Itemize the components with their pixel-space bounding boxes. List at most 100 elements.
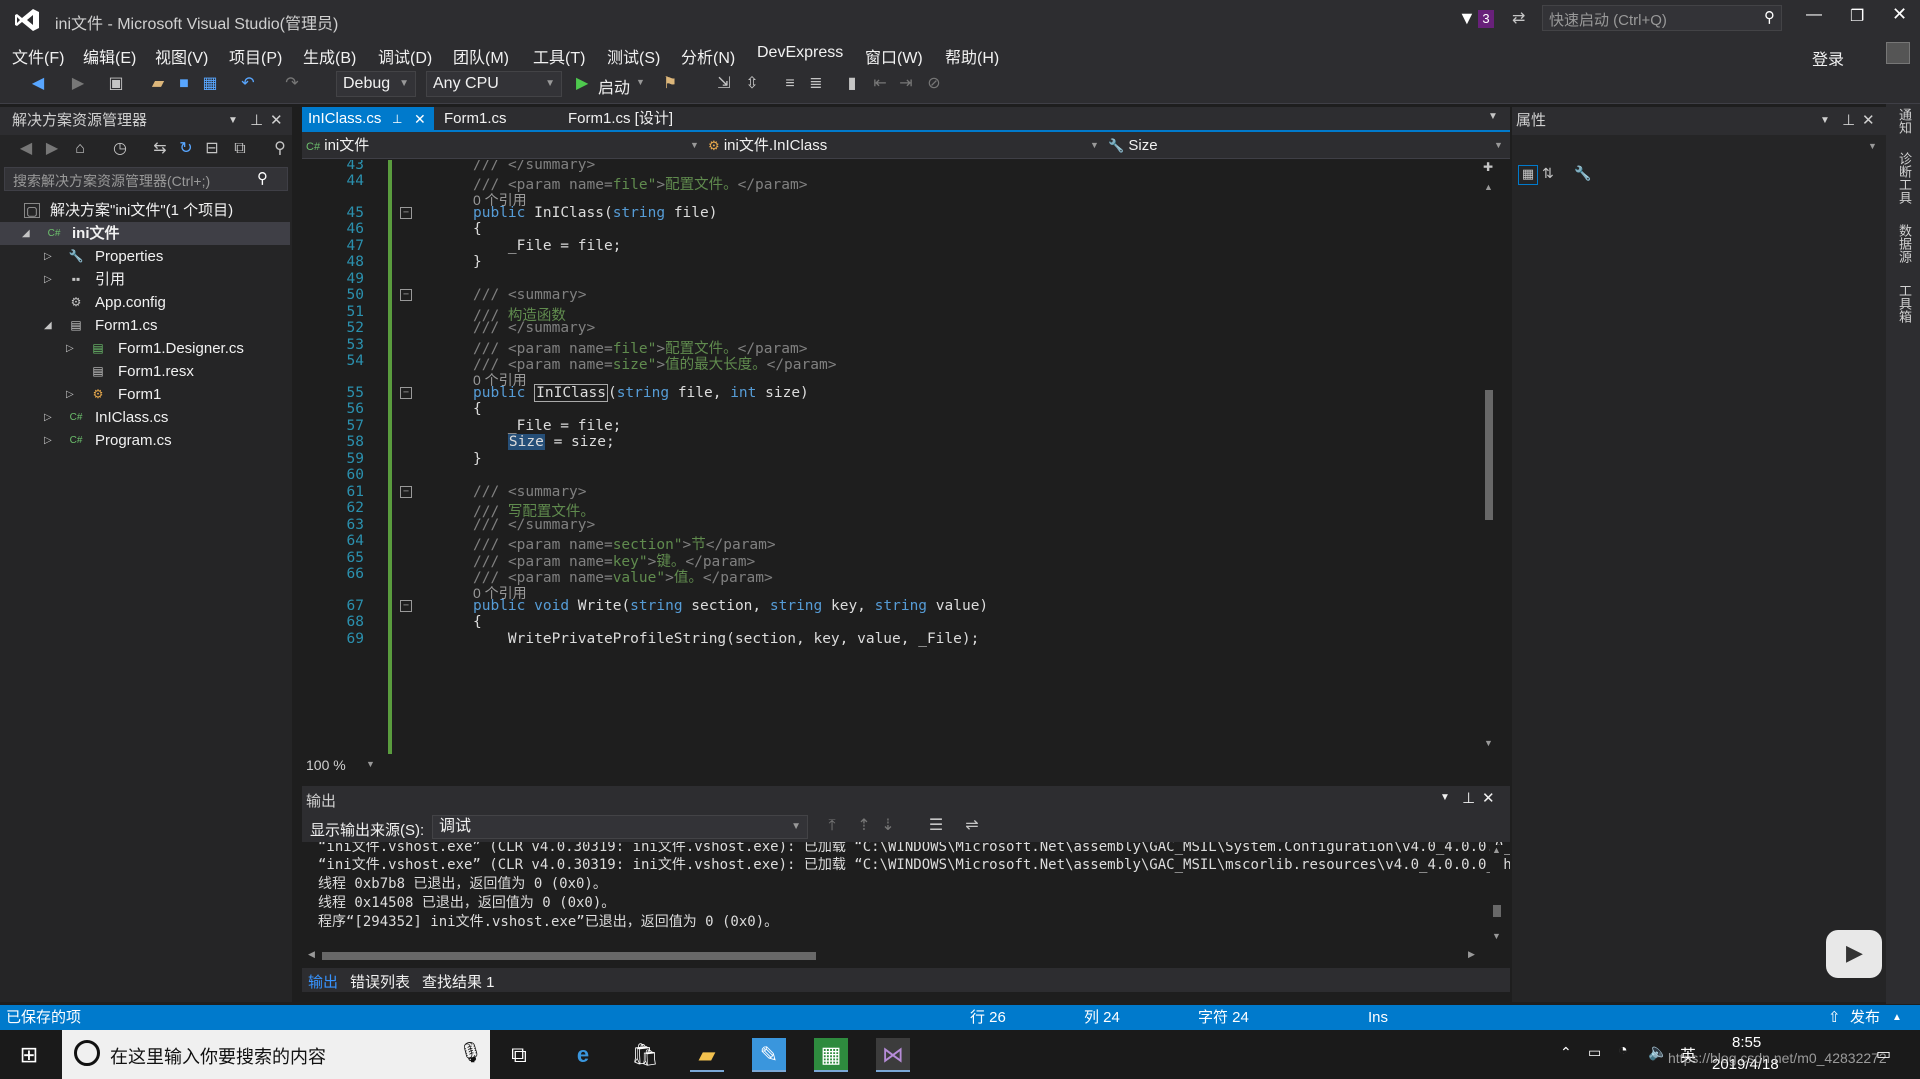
output-source-select[interactable]: 调试 ▼ bbox=[432, 815, 808, 839]
close-icon[interactable]: ✕ bbox=[1862, 107, 1875, 135]
home-icon[interactable]: ⌂ bbox=[70, 139, 90, 159]
scroll-up-icon[interactable]: ▲ bbox=[1492, 845, 1501, 855]
windows-start-icon[interactable]: ⊞ bbox=[12, 1038, 46, 1072]
tree-item-form1-class[interactable]: ▷ ⚙ Form1 bbox=[0, 383, 290, 406]
platform-select[interactable]: Any CPU ▼ bbox=[426, 71, 562, 97]
collapsed-arrow-icon[interactable]: ▷ bbox=[44, 268, 52, 291]
collapse-all-icon[interactable]: ⊟ bbox=[202, 139, 222, 159]
scroll-down-icon[interactable]: ▼ bbox=[1492, 931, 1501, 941]
search-icon[interactable]: ⚲ bbox=[1764, 8, 1775, 26]
search-icon[interactable]: ⚲ bbox=[257, 169, 268, 187]
back-icon[interactable]: ◀ bbox=[28, 74, 48, 94]
collapse-region-icon[interactable]: − bbox=[400, 599, 412, 612]
menu-window[interactable]: 窗口(W) bbox=[865, 44, 923, 68]
word-wrap-icon[interactable]: ⇌ bbox=[962, 816, 982, 836]
chevron-down-icon[interactable]: ▼ bbox=[366, 759, 375, 769]
refresh-icon[interactable]: ↻ bbox=[176, 139, 196, 159]
edge-browser-icon[interactable]: e bbox=[566, 1038, 600, 1072]
codelens-reference[interactable]: 0 个引用 bbox=[302, 370, 1492, 388]
member-dropdown[interactable]: 🔧 Size ▼ bbox=[1108, 134, 1508, 157]
file-explorer-icon[interactable]: ▰ bbox=[690, 1038, 724, 1072]
tab-output[interactable]: 输出 bbox=[308, 971, 338, 992]
chevron-up-icon[interactable]: ▲ bbox=[1892, 1005, 1902, 1030]
publish-button[interactable]: 发布 bbox=[1850, 1005, 1880, 1030]
side-tab-notifications[interactable]: 通知 bbox=[1892, 108, 1914, 134]
property-pages-icon[interactable]: 🔧 bbox=[1574, 165, 1591, 182]
tab-form1[interactable]: Form1.cs bbox=[438, 107, 566, 131]
microphone-icon[interactable]: 🎙 bbox=[458, 1040, 483, 1065]
history-icon[interactable]: ◷ bbox=[110, 139, 130, 159]
tree-item-project[interactable]: ◢ C# ini文件 bbox=[0, 222, 290, 245]
bookmark-icon[interactable]: ▮ bbox=[842, 74, 862, 94]
close-button[interactable]: ✕ bbox=[1892, 4, 1907, 25]
menu-edit[interactable]: 编辑(E) bbox=[83, 44, 136, 68]
code-editor[interactable]: 42/// 构造函数，值的最大长度默认为25543/// </summary>4… bbox=[302, 160, 1492, 754]
save-icon[interactable]: ■ bbox=[174, 74, 194, 94]
back-icon[interactable]: ◀ bbox=[16, 139, 36, 159]
browser-link-icon[interactable]: ⚑ bbox=[660, 74, 680, 94]
outdent-icon[interactable]: ≣ bbox=[806, 74, 826, 94]
menu-file[interactable]: 文件(F) bbox=[12, 44, 64, 68]
step-over-icon[interactable]: ⇳ bbox=[742, 74, 762, 94]
collapsed-arrow-icon[interactable]: ▷ bbox=[66, 337, 74, 360]
output-vscroll[interactable]: ▲ ▼ bbox=[1490, 845, 1504, 945]
scroll-down-icon[interactable]: ▼ bbox=[1484, 738, 1493, 748]
tree-item-form1[interactable]: ◢ ▤ Form1.cs bbox=[0, 314, 290, 337]
scroll-thumb[interactable] bbox=[1493, 905, 1501, 917]
output-text[interactable]: “ini文件.vshost.exe” (CLR v4.0.30319: ini文… bbox=[302, 842, 1510, 948]
menu-test[interactable]: 测试(S) bbox=[607, 44, 660, 68]
wifi-icon[interactable]: ◔ bbox=[1618, 1042, 1628, 1060]
volume-icon[interactable]: 🔈 bbox=[1648, 1042, 1668, 1062]
collapse-region-icon[interactable]: − bbox=[400, 386, 412, 399]
dropdown-icon[interactable]: ▼ bbox=[228, 107, 238, 135]
tab-find-results[interactable]: 查找结果 1 bbox=[422, 971, 495, 992]
clear-bookmarks-icon[interactable]: ⊘ bbox=[924, 74, 944, 94]
indent-icon[interactable]: ≡ bbox=[780, 74, 800, 94]
codelens-reference[interactable]: 0 个引用 bbox=[302, 190, 1492, 208]
tab-overflow-icon[interactable]: ▼ bbox=[1488, 111, 1498, 122]
class-dropdown[interactable]: ⚙ ini文件.InIClass ▼ bbox=[708, 134, 1102, 157]
menu-analyze[interactable]: 分析(N) bbox=[681, 44, 735, 68]
expanded-arrow-icon[interactable]: ◢ bbox=[22, 222, 30, 245]
close-icon[interactable]: ✕ bbox=[414, 107, 426, 131]
excel-app-icon[interactable]: ▦ bbox=[814, 1038, 848, 1072]
properties-object-select[interactable]: ▼ bbox=[1512, 137, 1886, 159]
editor-scrollbar[interactable]: ✚ ▲ ▼ bbox=[1482, 160, 1496, 754]
pin-icon[interactable]: ⊥ bbox=[392, 107, 402, 131]
start-debug-button[interactable]: ▶ 启动 ▼ bbox=[574, 72, 645, 97]
tree-item-solution[interactable]: ▢ 解决方案"ini文件"(1 个项目) bbox=[0, 199, 290, 222]
account-avatar-icon[interactable] bbox=[1886, 42, 1910, 64]
scroll-right-icon[interactable]: ▶ bbox=[1468, 949, 1475, 960]
video-play-icon[interactable]: ▶ bbox=[1826, 930, 1882, 978]
tab-error-list[interactable]: 错误列表 bbox=[350, 971, 410, 992]
prev-bookmark-icon[interactable]: ⇤ bbox=[870, 74, 890, 94]
redo-icon[interactable]: ↷ bbox=[282, 74, 302, 94]
close-icon[interactable]: ✕ bbox=[270, 107, 283, 135]
feedback-icon[interactable]: ⇄ bbox=[1512, 8, 1525, 28]
find-message-icon[interactable]: ⤒ bbox=[822, 816, 842, 836]
collapse-region-icon[interactable]: − bbox=[400, 206, 412, 219]
sync-icon[interactable]: ⇆ bbox=[150, 139, 170, 159]
scroll-thumb[interactable] bbox=[1485, 390, 1493, 520]
prev-message-icon[interactable]: ⇡ bbox=[854, 816, 874, 836]
undo-icon[interactable]: ↶ bbox=[238, 74, 258, 94]
pin-icon[interactable]: ⊥ bbox=[1842, 107, 1855, 135]
save-all-icon[interactable]: ▦ bbox=[200, 74, 220, 94]
dropdown-icon[interactable]: ▼ bbox=[1820, 107, 1830, 135]
collapsed-arrow-icon[interactable]: ▷ bbox=[44, 245, 52, 268]
collapsed-arrow-icon[interactable]: ▷ bbox=[44, 429, 52, 452]
solution-search-input[interactable]: 搜索解决方案资源管理器(Ctrl+;) ⚲ bbox=[4, 167, 288, 191]
tree-item-form1-designer[interactable]: ▷ ▤ Form1.Designer.cs bbox=[0, 337, 290, 360]
forward-icon[interactable]: ▶ bbox=[68, 74, 88, 94]
output-hscroll[interactable]: ◀ ▶ bbox=[302, 948, 1482, 964]
menu-build[interactable]: 生成(B) bbox=[303, 44, 356, 68]
scroll-up-icon[interactable]: ▲ bbox=[1484, 182, 1493, 192]
side-tab-diagnostics[interactable]: 诊断工具 bbox=[1892, 152, 1914, 204]
collapse-region-icon[interactable]: − bbox=[400, 289, 412, 301]
zoom-level[interactable]: 100 % bbox=[306, 757, 346, 773]
next-bookmark-icon[interactable]: ⇥ bbox=[896, 74, 916, 94]
split-icon[interactable]: ✚ bbox=[1483, 160, 1493, 174]
tab-iniclass[interactable]: InIClass.cs ⊥ ✕ bbox=[302, 107, 434, 131]
configuration-select[interactable]: Debug ▼ bbox=[336, 71, 416, 97]
menu-tools[interactable]: 工具(T) bbox=[533, 44, 585, 68]
